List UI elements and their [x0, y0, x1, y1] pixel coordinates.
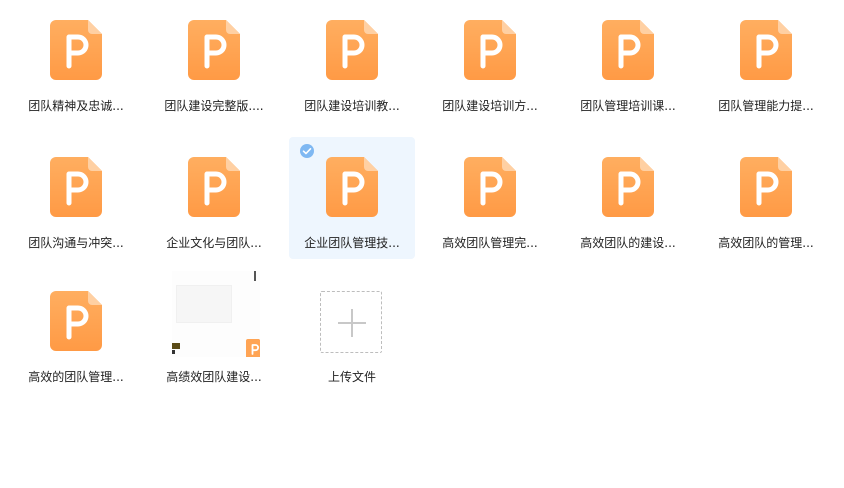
file-name: 高效团队管理完...	[442, 236, 538, 250]
file-tile[interactable]: 高效团队的建设...	[565, 137, 691, 259]
file-name: 高效团队的建设...	[580, 236, 676, 250]
ppt-file-icon	[188, 157, 240, 217]
upload-label: 上传文件	[327, 370, 376, 384]
file-name: 企业文化与团队...	[166, 236, 262, 250]
ppt-file-icon	[602, 157, 654, 217]
file-name: 高效团队的管理...	[718, 236, 814, 250]
ppt-badge-icon	[246, 339, 260, 357]
file-name: 团队管理培训课...	[580, 99, 676, 113]
file-name: 高效的团队管理...	[28, 370, 124, 384]
checkmark-icon[interactable]	[300, 144, 314, 158]
file-grid: 团队精神及忠诚... 团队建设完整版.... 团队建设培训教... 团队建设培训…	[0, 0, 844, 488]
file-tile[interactable]: 高效的团队管理...	[13, 271, 139, 393]
thumbnail-mark	[254, 271, 256, 281]
file-tile-selected[interactable]: 企业团队管理技...	[289, 137, 415, 259]
ppt-file-icon	[50, 157, 102, 217]
thumbnail-mark	[172, 343, 180, 349]
file-name: 团队精神及忠诚...	[28, 99, 124, 113]
file-tile[interactable]: 团队管理能力提...	[703, 0, 829, 122]
file-name: 团队管理能力提...	[718, 99, 814, 113]
upload-tile[interactable]: 上传文件	[289, 271, 415, 393]
file-tile[interactable]: 高效团队管理完...	[427, 137, 553, 259]
file-tile[interactable]: 团队管理培训课...	[565, 0, 691, 122]
ppt-file-icon	[326, 20, 378, 80]
ppt-file-icon	[326, 157, 378, 217]
ppt-file-icon	[464, 20, 516, 80]
file-name: 企业团队管理技...	[304, 236, 400, 250]
file-name: 高绩效团队建设...	[166, 370, 262, 384]
file-tile[interactable]: 团队建设完整版....	[151, 0, 277, 122]
ppt-file-icon	[188, 20, 240, 80]
thumbnail-preview	[172, 271, 260, 357]
file-name: 团队建设培训方...	[442, 99, 538, 113]
ppt-file-icon	[464, 157, 516, 217]
file-name: 团队建设培训教...	[304, 99, 400, 113]
upload-button[interactable]	[320, 291, 382, 353]
file-tile[interactable]: 团队建设培训方...	[427, 0, 553, 122]
file-tile[interactable]: 团队精神及忠诚...	[13, 0, 139, 122]
ppt-file-icon	[740, 20, 792, 80]
thumbnail-mark	[172, 350, 175, 354]
thumbnail-page	[176, 285, 232, 323]
file-tile[interactable]: 企业文化与团队...	[151, 137, 277, 259]
ppt-file-icon	[602, 20, 654, 80]
file-tile[interactable]: 团队建设培训教...	[289, 0, 415, 122]
file-name: 团队沟通与冲突...	[28, 236, 124, 250]
ppt-file-icon	[50, 291, 102, 351]
ppt-file-icon	[740, 157, 792, 217]
plus-icon	[351, 309, 353, 337]
file-tile[interactable]: 团队沟通与冲突...	[13, 137, 139, 259]
file-tile[interactable]: 高绩效团队建设...	[151, 271, 277, 393]
file-name: 团队建设完整版....	[164, 99, 264, 113]
file-tile[interactable]: 高效团队的管理...	[703, 137, 829, 259]
ppt-file-icon	[50, 20, 102, 80]
